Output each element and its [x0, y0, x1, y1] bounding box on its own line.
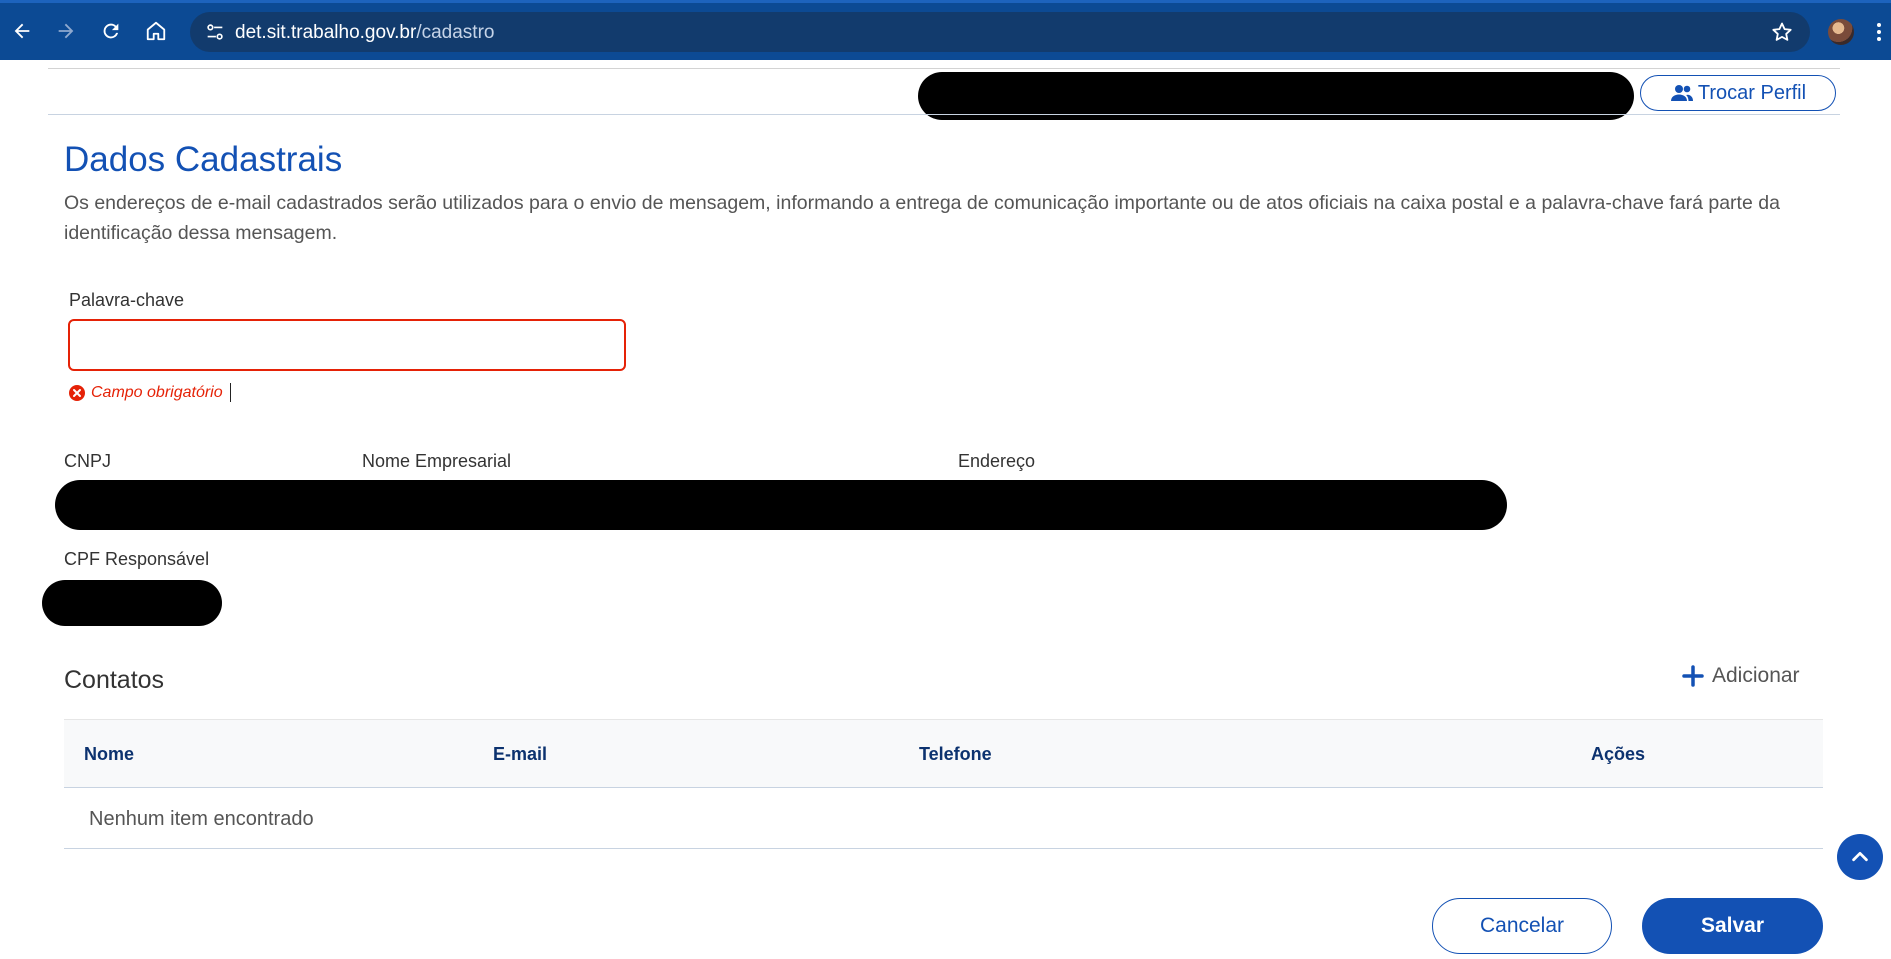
reload-icon [103, 23, 119, 39]
forward-button[interactable] [50, 15, 82, 47]
header-divider [48, 114, 1840, 115]
url-text: det.sit.trabalho.gov.br/cadastro [235, 22, 494, 44]
chevron-up-icon [1852, 851, 1868, 862]
error-circle-icon [69, 384, 85, 401]
url-path: /cadastro [416, 22, 495, 43]
users-icon [1670, 85, 1693, 101]
address-bar[interactable]: det.sit.trabalho.gov.br/cadastro [190, 12, 1810, 52]
redacted-user-info [918, 72, 1634, 120]
adicionar-label: Adicionar [1712, 664, 1800, 687]
cancel-button[interactable]: Cancelar [1432, 898, 1612, 954]
keyword-error-text: Campo obrigatório [91, 383, 223, 401]
reload-button[interactable] [95, 15, 127, 47]
keyword-input[interactable] [68, 319, 626, 371]
contatos-title: Contatos [64, 666, 165, 694]
home-icon [146, 21, 166, 41]
arrow-right-icon [58, 23, 74, 39]
endereco-label: Endereço [958, 451, 1036, 471]
profile-avatar[interactable] [1828, 19, 1854, 45]
top-divider [48, 68, 1840, 69]
home-button[interactable] [140, 15, 172, 47]
column-header-email: E-mail [493, 744, 548, 764]
adicionar-button[interactable]: Adicionar [1682, 664, 1800, 688]
keyword-error: Campo obrigatório [69, 383, 231, 402]
keyword-label: Palavra-chave [69, 290, 185, 310]
page-title: Dados Cadastrais [64, 140, 343, 179]
column-header-telefone: Telefone [919, 744, 992, 764]
back-button[interactable] [6, 15, 38, 47]
redacted-company-data [55, 480, 1507, 530]
intro-text: Os endereços de e-mail cadastrados serão… [64, 192, 1780, 244]
table-header: Nome E-mail Telefone Ações [64, 719, 1823, 788]
nome-empresarial-label: Nome Empresarial [362, 451, 512, 471]
trocar-perfil-label: Trocar Perfil [1697, 81, 1807, 104]
trocar-perfil-button[interactable]: Trocar Perfil [1640, 75, 1836, 111]
empty-message: Nenhum item encontrado [89, 808, 314, 830]
text-caret [229, 383, 231, 402]
save-button[interactable]: Salvar [1642, 898, 1823, 954]
column-header-acoes: Ações [1591, 744, 1646, 764]
browser-toolbar: det.sit.trabalho.gov.br/cadastro [0, 0, 1891, 60]
plus-icon [1682, 665, 1704, 687]
contatos-table: Nome E-mail Telefone Ações Nenhum item e… [64, 719, 1823, 849]
redacted-cpf [42, 580, 222, 626]
browser-menu-icon[interactable] [1877, 21, 1883, 45]
site-info-icon[interactable] [204, 21, 226, 43]
arrow-left-icon [14, 23, 30, 39]
column-header-nome: Nome [84, 744, 135, 764]
url-host: det.sit.trabalho.gov.br [235, 22, 417, 43]
back-to-top-button[interactable] [1837, 834, 1883, 880]
cpf-responsavel-label: CPF Responsável [64, 549, 210, 569]
bookmark-star-icon[interactable] [1770, 20, 1794, 44]
table-empty-row: Nenhum item encontrado [64, 788, 1823, 849]
cnpj-label: CNPJ [64, 451, 112, 471]
